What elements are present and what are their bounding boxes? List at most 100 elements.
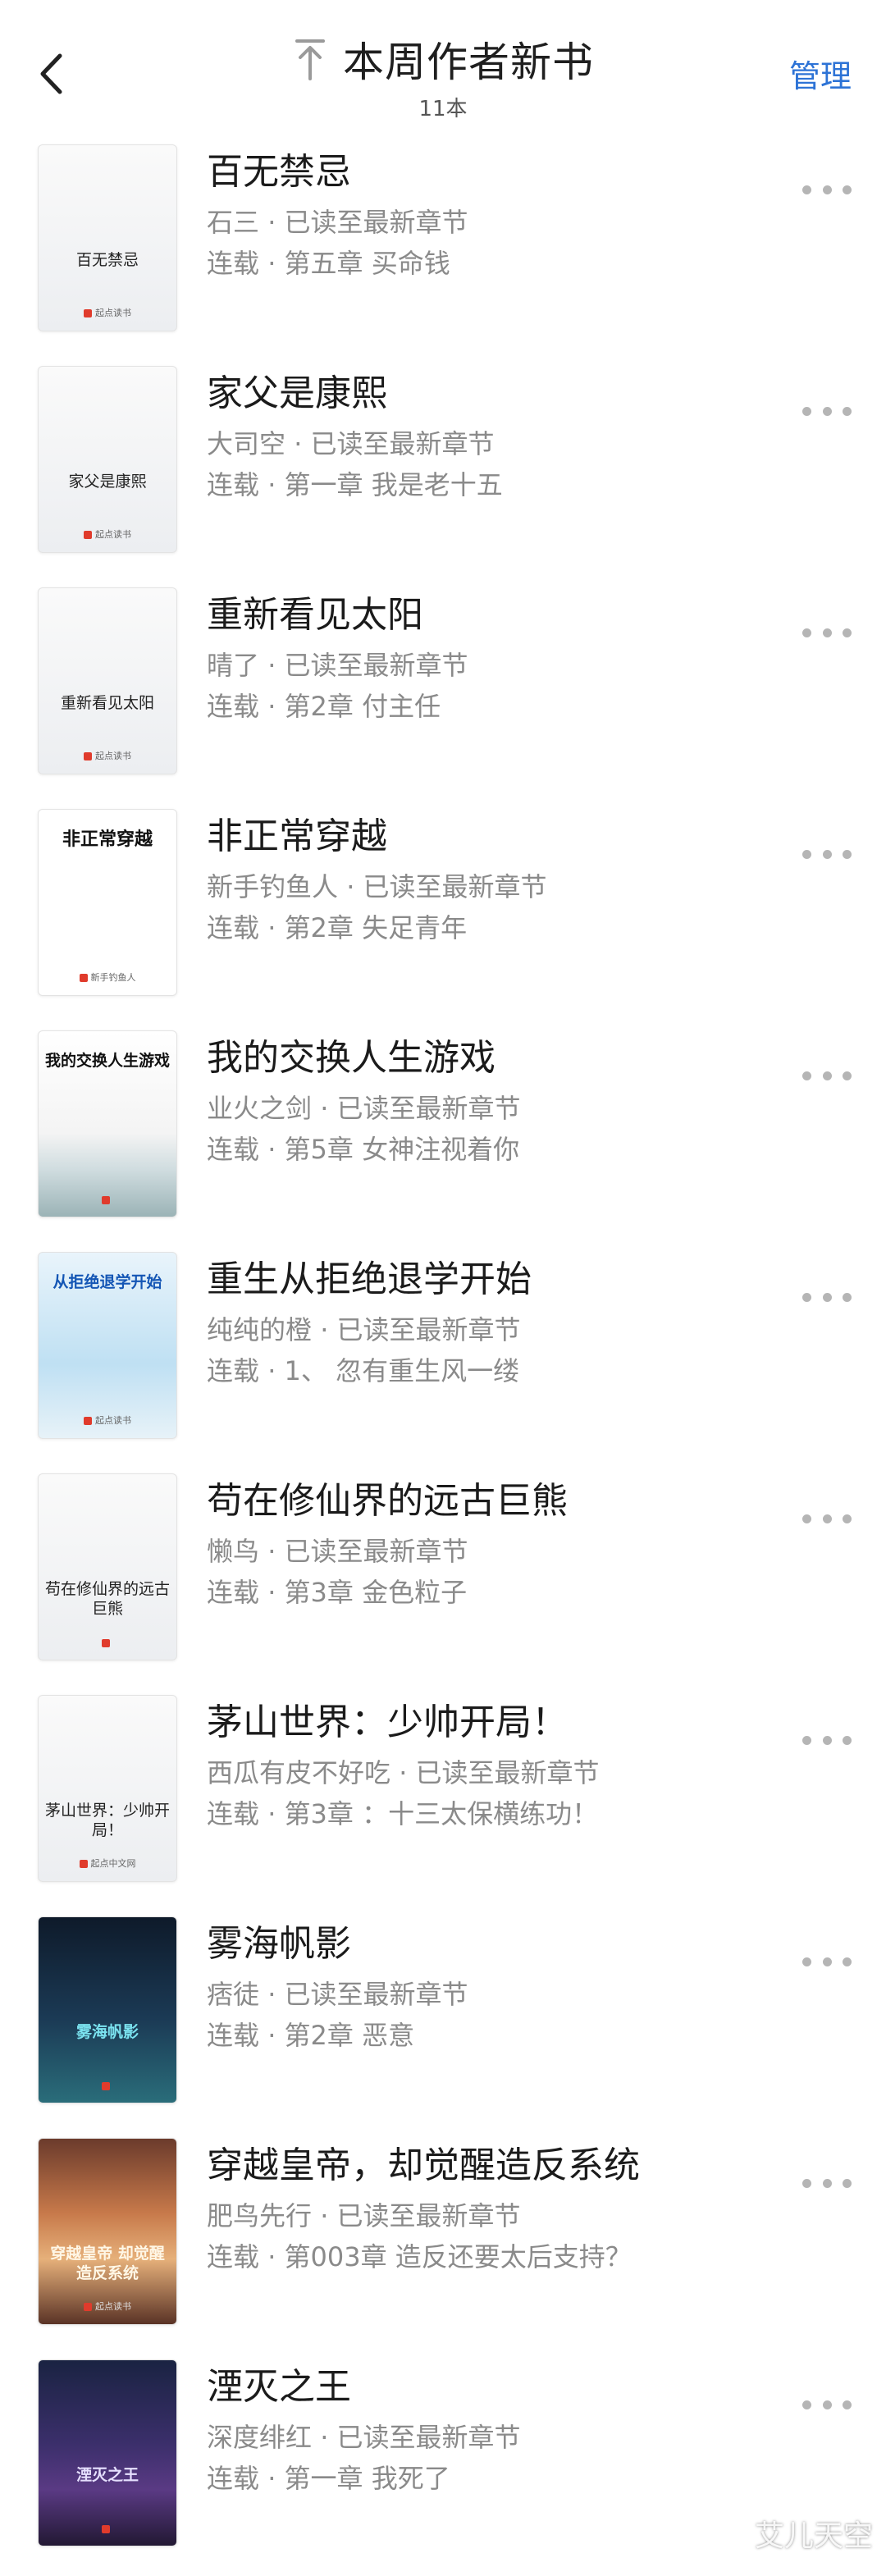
book-meta: 懒鸟 · 已读至最新章节: [207, 1531, 771, 1572]
book-item[interactable]: 穿越皇帝 却觉醒造反系统 起点读书 穿越皇帝，却觉醒造反系统 肥鸟先行 · 已读…: [0, 2133, 886, 2354]
publisher-logo-icon: [79, 1860, 88, 1868]
page-title: 本周作者新书: [343, 39, 594, 86]
separator-dot: ·: [259, 2020, 285, 2051]
serial-state: 连载: [207, 2020, 260, 2051]
separator-dot: ·: [285, 428, 311, 459]
book-progress: 连载 · 1、 忽有重生风一缕: [207, 1350, 771, 1391]
book-info: 穿越皇帝，却觉醒造反系统 肥鸟先行 · 已读至最新章节 连载 · 第003章 造…: [207, 2141, 771, 2277]
book-author: 业火之剑: [207, 1093, 313, 1124]
publisher-logo-icon: [102, 2525, 110, 2533]
watermark: 艾儿天空: [754, 2519, 873, 2553]
latest-chapter: 第一章 我死了: [284, 2463, 450, 2494]
book-cover[interactable]: 非正常穿越 新手钓鱼人: [38, 809, 177, 996]
serial-state: 连载: [207, 469, 260, 500]
more-options-icon[interactable]: [802, 1063, 852, 1088]
book-item[interactable]: 家父是康熙 起点读书 家父是康熙 大司空 · 已读至最新章节 连载 · 第一章 …: [0, 361, 886, 582]
cover-publisher: 起点读书: [39, 749, 176, 762]
book-info: 家父是康熙 大司空 · 已读至最新章节 连载 · 第一章 我是老十五: [207, 369, 771, 505]
top-bar: 本周作者新书 11本 管理: [0, 0, 886, 139]
book-item[interactable]: 湮灭之王 湮灭之王 深度绯红 · 已读至最新章节 连载 · 第一章 我死了: [0, 2354, 886, 2576]
book-progress: 连载 · 第5章 女神注视着你: [207, 1129, 771, 1170]
publisher-logo-icon: [79, 974, 88, 982]
more-options-icon[interactable]: [802, 842, 852, 866]
book-cover[interactable]: 重新看见太阳 起点读书: [38, 587, 177, 774]
book-title: 穿越皇帝，却觉醒造反系统: [207, 2144, 640, 2186]
more-options-icon[interactable]: [802, 620, 852, 645]
pin-to-top-icon[interactable]: [292, 36, 328, 82]
serial-state: 连载: [207, 248, 260, 279]
read-status: 已读至最新章节: [415, 1757, 600, 1788]
latest-chapter: 第3章 金色粒子: [284, 1577, 468, 1608]
book-cover[interactable]: 雾海帆影: [38, 1916, 177, 2103]
cover-publisher: [39, 2080, 176, 2091]
serial-state: 连载: [207, 912, 260, 943]
book-meta: 大司空 · 已读至最新章节: [207, 423, 771, 464]
publisher-logo-icon: [84, 1417, 92, 1425]
more-options-icon[interactable]: [802, 1949, 852, 1974]
book-progress: 连载 · 第一章 我死了: [207, 2458, 771, 2499]
book-cover[interactable]: 从拒绝退学开始 起点读书: [38, 1252, 177, 1439]
manage-button[interactable]: 管理: [789, 51, 852, 96]
more-options-icon[interactable]: [802, 399, 852, 423]
book-cover[interactable]: 百无禁忌 起点读书: [38, 144, 177, 331]
read-status: 已读至最新章节: [284, 1979, 468, 2010]
book-cover[interactable]: 茅山世界：少帅开局！ 起点中文网: [38, 1695, 177, 1882]
book-cover[interactable]: 家父是康熙 起点读书: [38, 366, 177, 553]
serial-state: 连载: [207, 1577, 260, 1608]
separator-dot: ·: [259, 650, 285, 681]
serial-state: 连载: [207, 2463, 260, 2494]
book-info: 苟在修仙界的远古巨熊 懒鸟 · 已读至最新章节 连载 · 第3章 金色粒子: [207, 1477, 771, 1613]
book-item[interactable]: 雾海帆影 雾海帆影 痞徒 · 已读至最新章节 连载 · 第2章 恶意: [0, 1911, 886, 2133]
publisher-logo-icon: [84, 309, 92, 317]
read-status: 已读至最新章节: [336, 1093, 521, 1124]
publisher-logo-icon: [84, 2303, 92, 2311]
latest-chapter: 第2章 付主任: [284, 691, 441, 722]
book-title: 苟在修仙界的远古巨熊: [207, 1480, 568, 1522]
book-cover[interactable]: 苟在修仙界的远古巨熊: [38, 1473, 177, 1660]
cover-title: 茅山世界：少帅开局！: [45, 1802, 171, 1839]
serial-state: 连载: [207, 2241, 260, 2272]
read-status: 已读至最新章节: [363, 871, 547, 902]
book-meta: 新手钓鱼人 · 已读至最新章节: [207, 866, 771, 907]
more-options-icon[interactable]: [802, 2171, 852, 2195]
book-progress: 连载 · 第2章 恶意: [207, 2015, 771, 2056]
book-progress: 连载 · 第一章 我是老十五: [207, 464, 771, 505]
book-meta: 纯纯的橙 · 已读至最新章节: [207, 1309, 771, 1350]
book-item[interactable]: 从拒绝退学开始 起点读书 重生从拒绝退学开始 纯纯的橙 · 已读至最新章节 连载…: [0, 1247, 886, 1468]
more-options-icon[interactable]: [802, 1728, 852, 1752]
book-author: 石三: [207, 207, 260, 238]
cover-title: 百无禁忌: [75, 251, 139, 269]
latest-chapter: 第一章 我是老十五: [284, 469, 503, 500]
cover-title: 雾海帆影: [75, 2023, 139, 2041]
book-item[interactable]: 重新看见太阳 起点读书 重新看见太阳 晴了 · 已读至最新章节 连载 · 第2章…: [0, 582, 886, 804]
book-author: 大司空: [207, 428, 286, 459]
separator-dot: ·: [259, 2241, 285, 2272]
separator-dot: ·: [312, 2422, 337, 2453]
book-item[interactable]: 苟在修仙界的远古巨熊 苟在修仙界的远古巨熊 懒鸟 · 已读至最新章节 连载 · …: [0, 1468, 886, 1690]
cover-title: 重新看见太阳: [60, 694, 154, 712]
book-cover[interactable]: 湮灭之王: [38, 2359, 177, 2546]
latest-chapter: 第五章 买命钱: [284, 248, 450, 279]
more-options-icon[interactable]: [802, 2392, 852, 2417]
book-item[interactable]: 百无禁忌 起点读书 百无禁忌 石三 · 已读至最新章节 连载 · 第五章 买命钱: [0, 139, 886, 361]
book-info: 重新看见太阳 晴了 · 已读至最新章节 连载 · 第2章 付主任: [207, 591, 771, 727]
book-cover[interactable]: 穿越皇帝 却觉醒造反系统 起点读书: [38, 2138, 177, 2325]
book-meta: 痞徒 · 已读至最新章节: [207, 1974, 771, 2015]
separator-dot: ·: [259, 912, 285, 943]
book-author: 新手钓鱼人: [207, 871, 339, 902]
book-progress: 连载 · 第003章 造反还要太后支持？: [207, 2236, 771, 2277]
book-info: 百无禁忌 石三 · 已读至最新章节 连载 · 第五章 买命钱: [207, 148, 771, 284]
book-author: 深度绯红: [207, 2422, 313, 2453]
separator-dot: ·: [259, 1798, 285, 1829]
book-item[interactable]: 非正常穿越 新手钓鱼人 非正常穿越 新手钓鱼人 · 已读至最新章节 连载 · 第…: [0, 804, 886, 1025]
more-options-icon[interactable]: [802, 1285, 852, 1309]
more-options-icon[interactable]: [802, 177, 852, 202]
more-options-icon[interactable]: [802, 1506, 852, 1531]
book-item[interactable]: 茅山世界：少帅开局！ 起点中文网 茅山世界：少帅开局！ 西瓜有皮不好吃 · 已读…: [0, 1690, 886, 1911]
book-cover[interactable]: 我的交换人生游戏: [38, 1030, 177, 1217]
book-meta: 深度绯红 · 已读至最新章节: [207, 2417, 771, 2458]
book-progress: 连载 · 第2章 失足青年: [207, 907, 771, 948]
separator-dot: ·: [259, 1979, 285, 2010]
book-item[interactable]: 我的交换人生游戏 我的交换人生游戏 业火之剑 · 已读至最新章节 连载 · 第5…: [0, 1025, 886, 1247]
book-title: 茅山世界：少帅开局！: [207, 1701, 568, 1743]
